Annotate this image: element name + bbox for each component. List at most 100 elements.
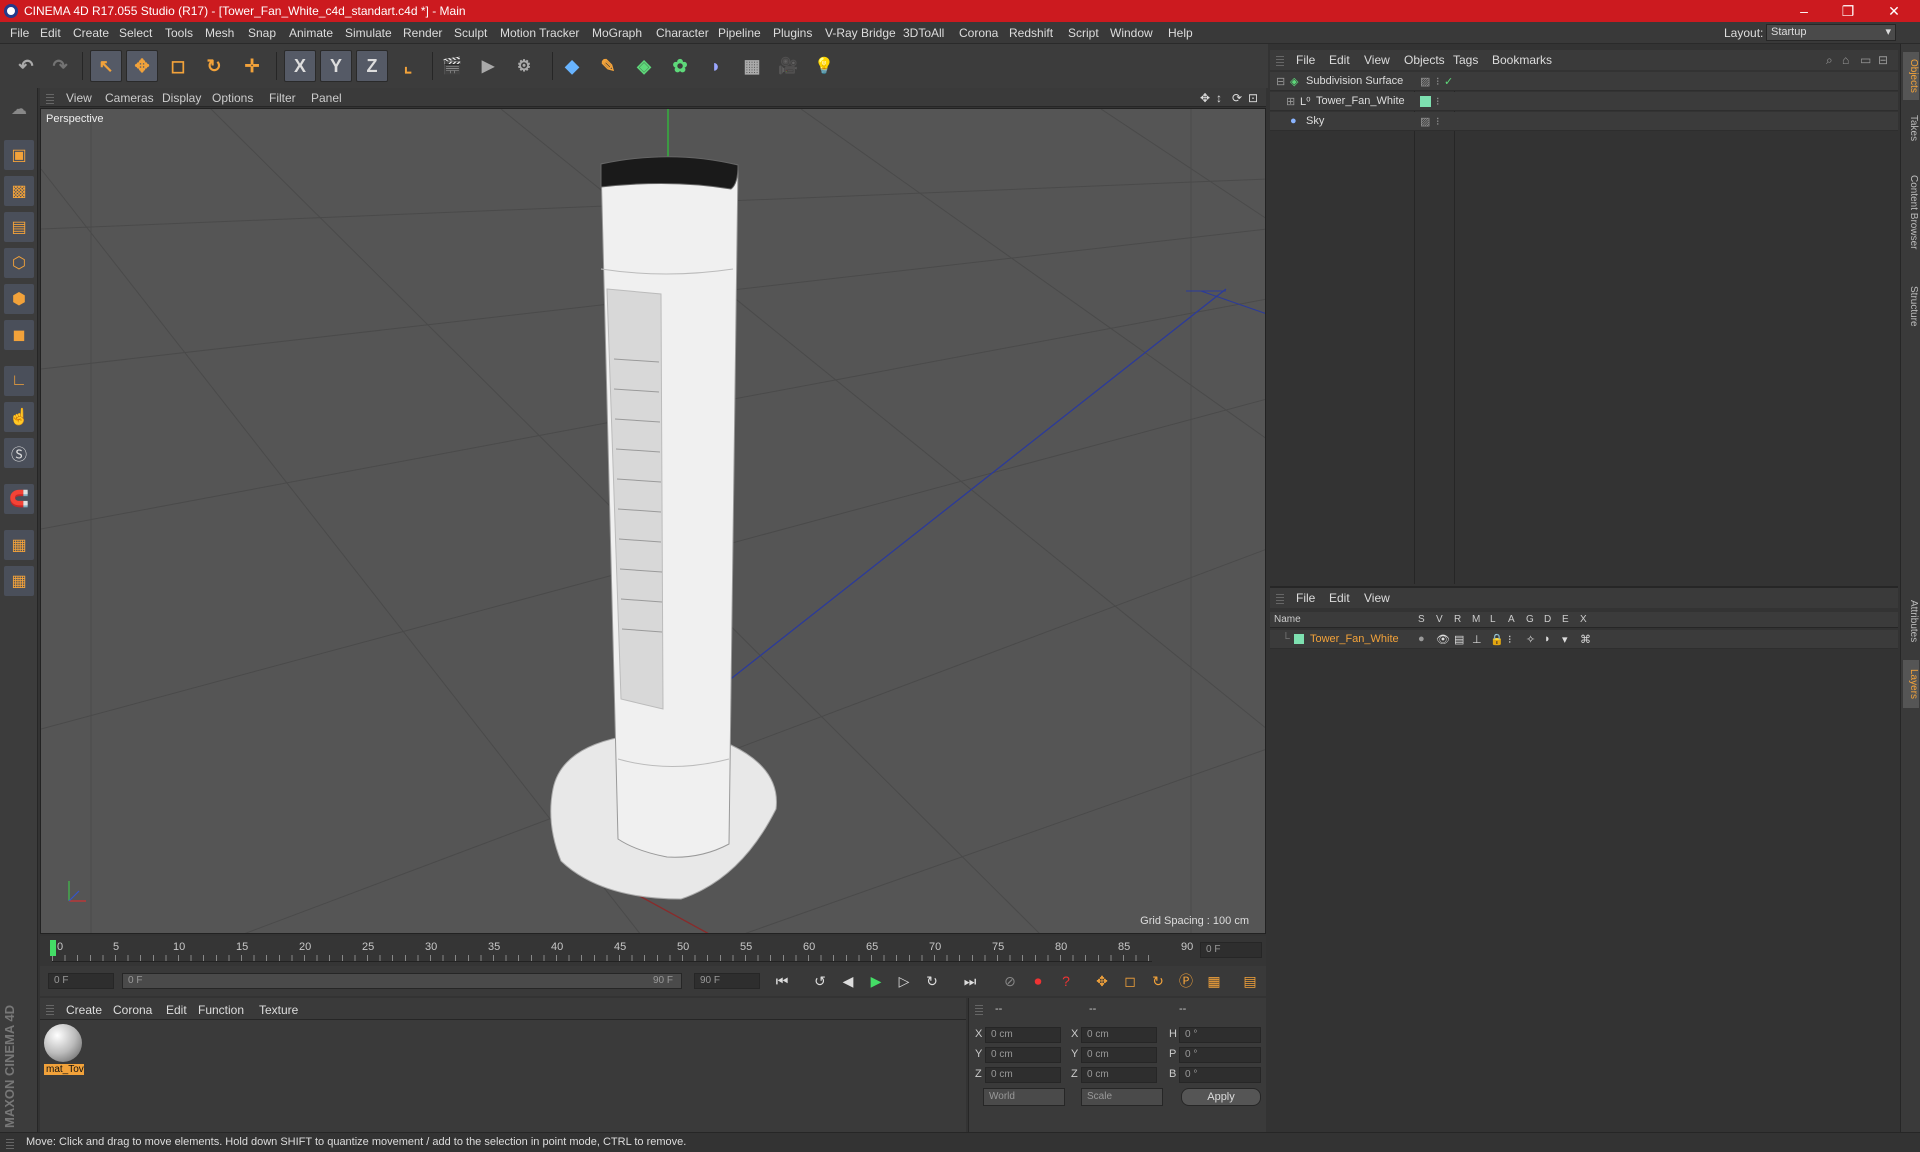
- column-solo[interactable]: S: [1418, 614, 1425, 625]
- size-z-field[interactable]: 0 cm: [1081, 1067, 1157, 1083]
- menu-animate[interactable]: Animate: [289, 26, 333, 40]
- snap-magnet-icon[interactable]: 🧲: [4, 484, 34, 514]
- column-generators[interactable]: G: [1526, 614, 1534, 625]
- previous-frame-icon[interactable]: ◀: [836, 969, 860, 993]
- layer-color-swatch[interactable]: [1294, 634, 1304, 644]
- playhead-marker[interactable]: [50, 940, 56, 956]
- cube-object-button[interactable]: ◆: [556, 50, 588, 82]
- layout-select[interactable]: Startup ▾: [1766, 24, 1896, 41]
- search-icon[interactable]: ⌕: [1826, 53, 1833, 68]
- render-to-picture-viewer-button[interactable]: ▶: [472, 50, 504, 82]
- manager-toggle-icon[interactable]: ⊥: [1472, 633, 1482, 646]
- material-swatch[interactable]: mat_Tov: [44, 1024, 84, 1078]
- menu-snap[interactable]: Snap: [248, 26, 276, 40]
- collapse-toggle-icon[interactable]: ⊟: [1276, 75, 1285, 88]
- next-frame-icon[interactable]: ▷: [892, 969, 916, 993]
- viewport-menu-view[interactable]: View: [66, 91, 92, 105]
- autokey-icon[interactable]: ⏺: [1026, 969, 1050, 993]
- new-view-icon[interactable]: ⊟: [1878, 53, 1888, 67]
- coordinate-mode-select[interactable]: Scale: [1081, 1088, 1163, 1106]
- rotation-b-field[interactable]: 0 °: [1179, 1067, 1261, 1083]
- material-menu-function[interactable]: Function: [198, 1003, 244, 1017]
- material-menu-texture[interactable]: Texture: [259, 1003, 298, 1017]
- panel-grip-icon[interactable]: [46, 1003, 54, 1015]
- model-mode-icon[interactable]: ▣: [4, 140, 34, 170]
- workplane-lock-icon[interactable]: ▦: [4, 530, 34, 560]
- key-rotation-icon[interactable]: ↻: [1146, 969, 1170, 993]
- generator-toggle-icon[interactable]: ✧: [1526, 633, 1535, 646]
- viewport-maximize-icon[interactable]: ⊡: [1248, 91, 1258, 105]
- enabled-check-icon[interactable]: ✓: [1444, 75, 1453, 88]
- frame-range-slider[interactable]: 0 F 90 F: [122, 973, 682, 989]
- panel-grip-icon[interactable]: [1276, 54, 1284, 66]
- tab-objects[interactable]: Objects: [1903, 52, 1919, 100]
- menu-script[interactable]: Script: [1068, 26, 1099, 40]
- expand-toggle-icon[interactable]: ⊞: [1286, 95, 1295, 108]
- previous-key-icon[interactable]: ↺: [808, 969, 832, 993]
- collapse-icon[interactable]: ▭: [1860, 53, 1871, 67]
- objects-menu-edit[interactable]: Edit: [1329, 53, 1350, 67]
- column-manager[interactable]: M: [1472, 614, 1480, 625]
- viewport-menu-panel[interactable]: Panel: [311, 91, 342, 105]
- solo-toggle-icon[interactable]: ●: [1418, 633, 1425, 645]
- menu-edit[interactable]: Edit: [40, 26, 61, 40]
- objects-menu-bookmarks[interactable]: Bookmarks: [1492, 53, 1552, 67]
- z-axis-button[interactable]: Z: [356, 50, 388, 82]
- points-mode-icon[interactable]: ⬡: [4, 248, 34, 278]
- tab-attributes[interactable]: Attributes: [1903, 588, 1919, 654]
- material-menu-corona[interactable]: Corona: [113, 1003, 152, 1017]
- menu-select[interactable]: Select: [119, 26, 152, 40]
- menu-help[interactable]: Help: [1168, 26, 1193, 40]
- material-menu-edit[interactable]: Edit: [166, 1003, 187, 1017]
- sculpt-brush-icon[interactable]: ☁: [4, 94, 34, 124]
- light-object-button[interactable]: 💡: [808, 50, 840, 82]
- keyframe-selection-icon[interactable]: ?: [1054, 969, 1078, 993]
- viewport-menu-display[interactable]: Display: [162, 91, 201, 105]
- menu-simulate[interactable]: Simulate: [345, 26, 392, 40]
- animation-toggle-icon[interactable]: ⁝: [1508, 633, 1512, 646]
- layer-color-swatch[interactable]: [1420, 96, 1431, 107]
- tweak-mode-icon[interactable]: ☝: [4, 402, 34, 432]
- pen-spline-button[interactable]: ✎: [592, 50, 624, 82]
- render-view-button[interactable]: 🎬: [436, 50, 468, 82]
- layers-menu-view[interactable]: View: [1364, 591, 1390, 605]
- tab-takes[interactable]: Takes: [1903, 108, 1919, 148]
- menu-vray-bridge[interactable]: V-Ray Bridge: [825, 26, 896, 40]
- rotate-tool-button[interactable]: ↻: [198, 50, 230, 82]
- go-to-start-icon[interactable]: ⏮: [770, 969, 794, 993]
- key-pla-icon[interactable]: ▦: [1202, 969, 1226, 993]
- panel-grip-icon[interactable]: [1276, 592, 1284, 604]
- menu-render[interactable]: Render: [403, 26, 442, 40]
- menu-window[interactable]: Window: [1110, 26, 1153, 40]
- layer-row-tower-fan-white[interactable]: └ Tower_Fan_White ● 👁 ▤ ⊥ 🔒 ⁝ ✧ ◗ ▾ ⌘: [1270, 630, 1898, 649]
- layers-menu-edit[interactable]: Edit: [1329, 591, 1350, 605]
- objects-menu-file[interactable]: File: [1296, 53, 1315, 67]
- play-icon[interactable]: ▶: [864, 969, 888, 993]
- x-axis-button[interactable]: X: [284, 50, 316, 82]
- render-toggle-icon[interactable]: ▤: [1454, 633, 1464, 646]
- 3d-viewport[interactable]: Perspective Grid Spacing : 100 cm: [40, 108, 1266, 934]
- subdivision-surface-button[interactable]: ◈: [628, 50, 660, 82]
- floor-object-button[interactable]: ▦: [736, 50, 768, 82]
- view-toggle-icon[interactable]: 👁: [1436, 633, 1450, 646]
- coordinate-space-select[interactable]: World: [983, 1088, 1065, 1106]
- menu-redshift[interactable]: Redshift: [1009, 26, 1053, 40]
- menu-tools[interactable]: Tools: [165, 26, 193, 40]
- menu-corona[interactable]: Corona: [959, 26, 998, 40]
- xref-toggle-icon[interactable]: ⌘: [1580, 633, 1591, 646]
- column-name[interactable]: Name: [1274, 614, 1301, 625]
- workplane-icon[interactable]: ▤: [4, 212, 34, 242]
- key-position-icon[interactable]: ✥: [1090, 969, 1114, 993]
- undo-button[interactable]: ↶: [10, 50, 42, 82]
- axis-mode-icon[interactable]: ∟: [4, 366, 34, 396]
- menu-mesh[interactable]: Mesh: [205, 26, 234, 40]
- minimize-button[interactable]: –: [1786, 1, 1822, 21]
- polygons-mode-icon[interactable]: ◼: [4, 320, 34, 350]
- viewport-nav-rotate-icon[interactable]: ⟳: [1232, 91, 1242, 105]
- timeline-window-icon[interactable]: ▤: [1238, 969, 1262, 993]
- timeline-track[interactable]: [52, 940, 1152, 962]
- objects-menu-tags[interactable]: Tags: [1453, 53, 1478, 67]
- key-scale-icon[interactable]: ◻: [1118, 969, 1142, 993]
- grid-snap-icon[interactable]: ▦: [4, 566, 34, 596]
- column-animation[interactable]: A: [1508, 614, 1515, 625]
